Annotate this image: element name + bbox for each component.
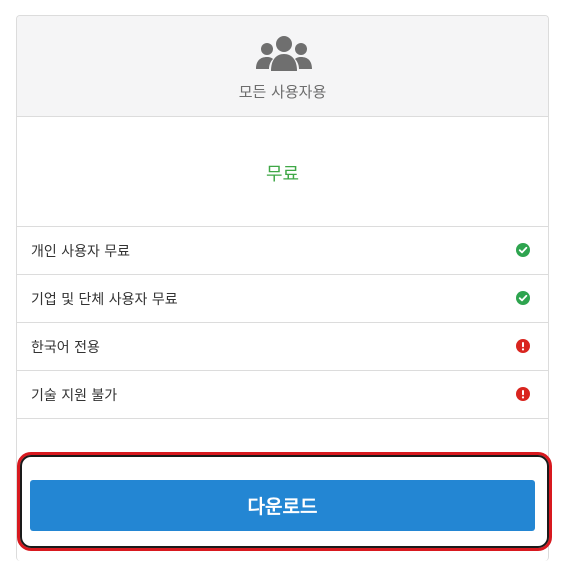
check-circle-icon	[516, 291, 530, 305]
check-circle-icon	[516, 243, 530, 257]
feature-label: 개인 사용자 무료	[31, 244, 131, 260]
feature-item: 기업 및 단체 사용자 무료	[17, 275, 548, 323]
feature-item: 한국어 전용	[17, 323, 548, 371]
feature-label: 기업 및 단체 사용자 무료	[31, 292, 178, 308]
plan-title: 모든 사용자용	[238, 83, 327, 101]
exclamation-circle-icon	[516, 339, 530, 353]
price-section: 무료	[17, 117, 548, 227]
feature-label: 한국어 전용	[31, 340, 100, 356]
plan-price: 무료	[265, 164, 300, 185]
feature-label: 기술 지원 불가	[31, 388, 118, 404]
feature-list: 개인 사용자 무료 기업 및 단체 사용자 무료 한국어 전용 기술 지원 불가	[17, 227, 548, 419]
users-group-icon	[256, 36, 312, 71]
plan-header: 모든 사용자용	[17, 16, 548, 117]
feature-item: 기술 지원 불가	[17, 371, 548, 419]
exclamation-circle-icon	[516, 387, 530, 401]
download-button[interactable]: 다운로드	[30, 480, 535, 531]
feature-item: 개인 사용자 무료	[17, 227, 548, 275]
